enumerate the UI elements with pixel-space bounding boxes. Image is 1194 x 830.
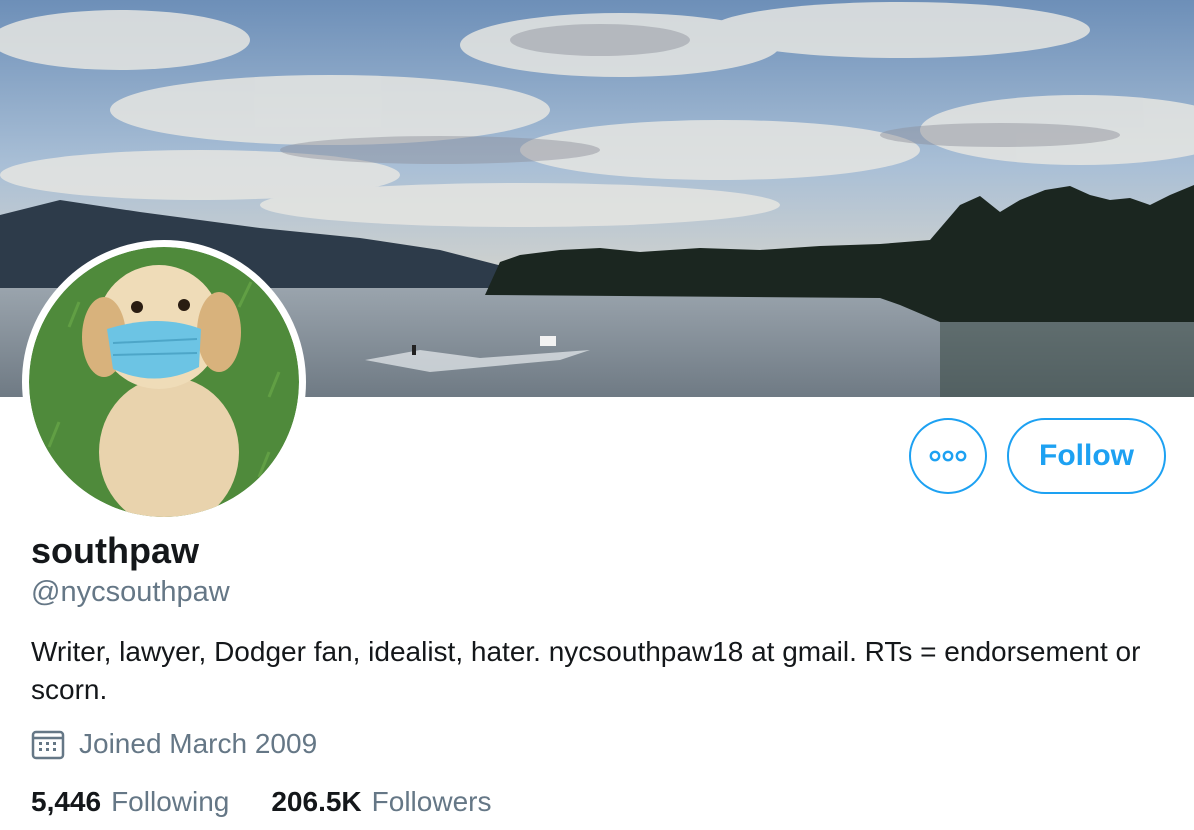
- followers-count: 206.5K: [271, 786, 362, 817]
- joined-date: Joined March 2009: [31, 728, 317, 760]
- user-handle: @nycsouthpaw: [31, 576, 230, 608]
- profile-bio: Writer, lawyer, Dodger fan, idealist, ha…: [31, 636, 1141, 705]
- calendar-icon: [31, 730, 65, 760]
- profile-avatar[interactable]: [22, 240, 306, 524]
- follow-button-label: Follow: [1039, 439, 1134, 472]
- following-label: Following: [111, 786, 230, 817]
- following-link[interactable]: 5,446 Following: [31, 786, 229, 818]
- followers-link[interactable]: 206.5K Followers: [271, 786, 491, 818]
- display-name: southpaw: [31, 530, 199, 571]
- more-options-button[interactable]: [909, 418, 987, 494]
- follow-button[interactable]: Follow: [1007, 418, 1166, 494]
- following-count: 5,446: [31, 786, 102, 817]
- joined-text: Joined March 2009: [79, 728, 318, 759]
- more-dots-icon: [929, 450, 967, 462]
- followers-label: Followers: [371, 786, 492, 817]
- profile-stats: 5,446 Following 206.5K Followers: [31, 786, 533, 818]
